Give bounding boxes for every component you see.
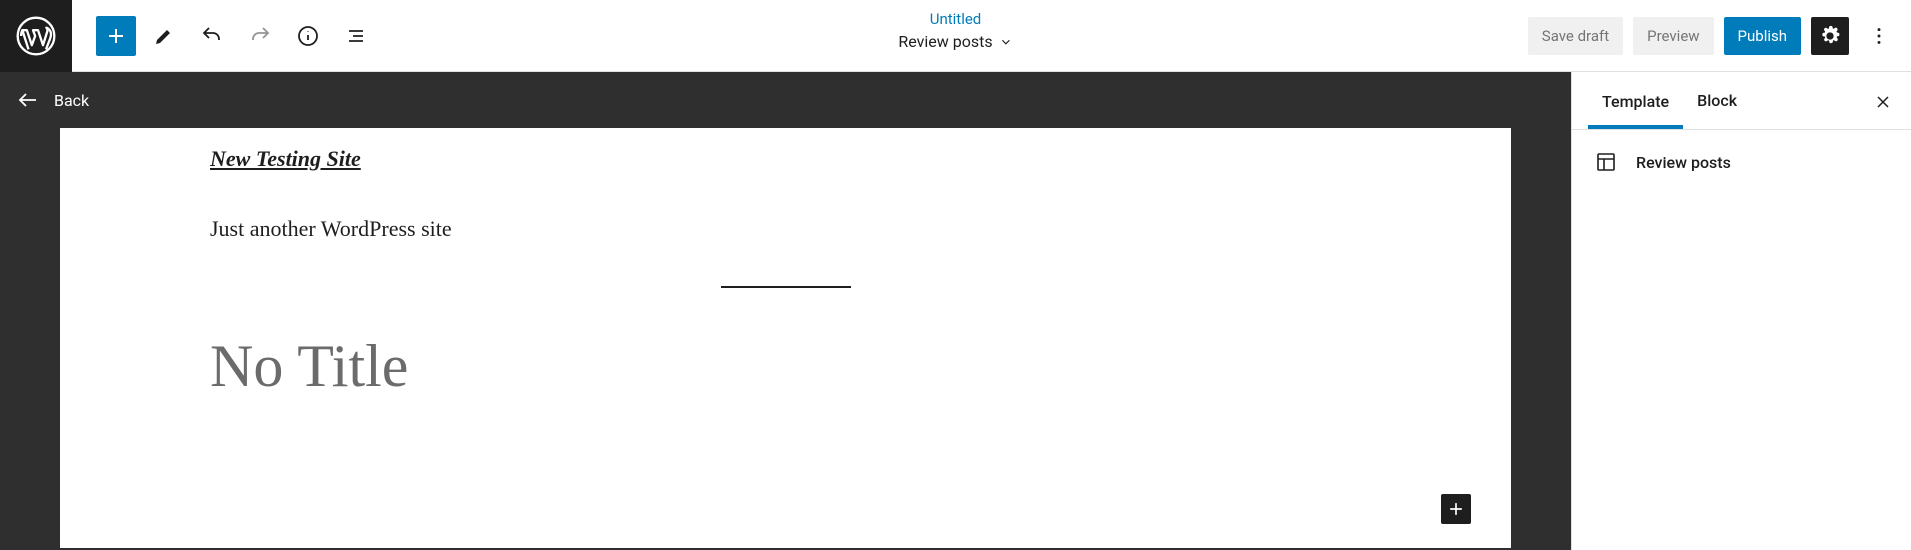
site-tagline[interactable]: Just another WordPress site	[210, 216, 1361, 242]
back-label: Back	[54, 91, 89, 110]
tab-template[interactable]: Template	[1588, 74, 1683, 129]
undo-button[interactable]	[192, 16, 232, 56]
template-layout-icon	[1594, 150, 1618, 174]
list-view-button[interactable]	[336, 16, 376, 56]
close-icon	[1873, 92, 1893, 112]
gear-icon	[1819, 25, 1841, 47]
settings-button[interactable]	[1811, 17, 1849, 55]
preview-button[interactable]: Preview	[1633, 17, 1713, 55]
plus-icon	[1446, 499, 1466, 519]
document-title-link[interactable]: Untitled	[898, 10, 1012, 28]
back-button[interactable]: Back	[0, 72, 1571, 128]
template-selector[interactable]: Review posts	[898, 32, 1012, 51]
save-draft-button[interactable]: Save draft	[1528, 17, 1623, 55]
template-selector-label: Review posts	[898, 32, 992, 51]
more-vertical-icon	[1868, 25, 1890, 47]
site-title[interactable]: New Testing Site	[210, 146, 1361, 172]
post-title-placeholder[interactable]: No Title	[210, 332, 1361, 401]
canvas-add-block-button[interactable]	[1441, 494, 1471, 524]
arrow-left-icon	[16, 88, 40, 112]
info-button[interactable]	[288, 16, 328, 56]
close-sidebar-button[interactable]	[1867, 86, 1899, 122]
editor-canvas[interactable]: New Testing Site Just another WordPress …	[60, 128, 1511, 548]
edit-tools-button[interactable]	[144, 16, 184, 56]
publish-button[interactable]: Publish	[1724, 17, 1801, 55]
tab-block[interactable]: Block	[1683, 73, 1751, 128]
chevron-down-icon	[999, 35, 1013, 49]
wordpress-logo-button[interactable]	[0, 0, 72, 72]
add-block-button[interactable]	[96, 16, 136, 56]
more-options-button[interactable]	[1859, 16, 1899, 56]
separator-block[interactable]	[721, 286, 851, 288]
redo-button[interactable]	[240, 16, 280, 56]
settings-sidebar: Template Block Review posts	[1571, 72, 1911, 550]
sidebar-template-name: Review posts	[1636, 153, 1731, 172]
